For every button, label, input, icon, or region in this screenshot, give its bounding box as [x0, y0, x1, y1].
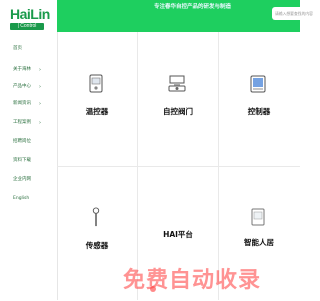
chevron-right-icon: › — [39, 67, 41, 73]
page: HaiLin | Control 首页 关于海林 › 产品中心 › 新闻资讯 ›… — [0, 0, 320, 300]
valve-icon — [168, 75, 186, 92]
sidebar-item-jobs[interactable]: 招聘岗位 — [13, 137, 53, 147]
sidebar-item-label: 招聘岗位 — [13, 139, 31, 144]
sidebar: HaiLin | Control 首页 关于海林 › 产品中心 › 新闻资讯 ›… — [0, 0, 58, 300]
search-box[interactable]: 请输入想要查找的内容 — [272, 7, 320, 20]
product-label: 传感器 — [85, 241, 109, 250]
logo[interactable]: HaiLin | Control — [10, 6, 50, 30]
product-label: HAI平台 — [163, 230, 193, 239]
smart-home-icon — [251, 208, 265, 226]
search-input[interactable]: 请输入想要查找的内容 — [275, 7, 319, 20]
sensor-icon — [92, 207, 100, 227]
sidebar-item-intranet[interactable]: 企业内网 — [13, 175, 53, 185]
sidebar-item-news[interactable]: 新闻资讯 › — [13, 99, 53, 109]
watermark-badge — [150, 286, 156, 292]
sidebar-item-downloads[interactable]: 资料下载 — [13, 156, 53, 166]
sidebar-item-label: English — [13, 196, 30, 201]
chevron-right-icon: › — [39, 120, 41, 126]
product-card-thermostat[interactable]: 温控器 — [57, 32, 137, 166]
product-label: 自控阀门 — [163, 107, 193, 116]
logo-text: HaiLin — [10, 6, 50, 22]
sidebar-item-label: 首页 — [13, 46, 22, 51]
header-title: 专注春华自控产品的研发与制造 — [154, 4, 232, 10]
chevron-right-icon: › — [39, 84, 41, 90]
product-grid: 温控器 自控阀门 控制器 传感器 HAI平台 智能人居 — [57, 32, 300, 300]
sidebar-item-label: 企业内网 — [13, 177, 31, 182]
product-card-valve[interactable]: 自控阀门 — [138, 32, 218, 166]
logo-subtitle: | Control — [10, 23, 44, 30]
sidebar-item-label: 新闻资讯 — [13, 101, 31, 106]
sidebar-item-label: 产品中心 — [13, 84, 31, 89]
chevron-right-icon: › — [39, 101, 41, 107]
controller-icon — [250, 75, 266, 93]
sidebar-item-home[interactable]: 首页 — [13, 44, 53, 54]
sidebar-item-english[interactable]: English — [13, 194, 53, 204]
product-label: 控制器 — [247, 107, 271, 116]
header-banner: 专注春华自控产品的研发与制造 请输入想要查找的内容 — [57, 0, 320, 32]
sidebar-item-label: 工程案例 — [13, 120, 31, 125]
sidebar-item-label: 关于海林 — [13, 67, 31, 72]
product-label: 智能人居 — [244, 238, 274, 247]
sidebar-item-cases[interactable]: 工程案例 › — [13, 118, 53, 128]
thermostat-icon — [89, 74, 103, 93]
product-card-controller[interactable]: 控制器 — [219, 32, 299, 166]
product-label: 温控器 — [85, 107, 109, 116]
sidebar-item-about[interactable]: 关于海林 › — [13, 65, 53, 75]
sidebar-item-label: 资料下载 — [13, 158, 31, 163]
sidebar-item-products[interactable]: 产品中心 › — [13, 82, 53, 92]
